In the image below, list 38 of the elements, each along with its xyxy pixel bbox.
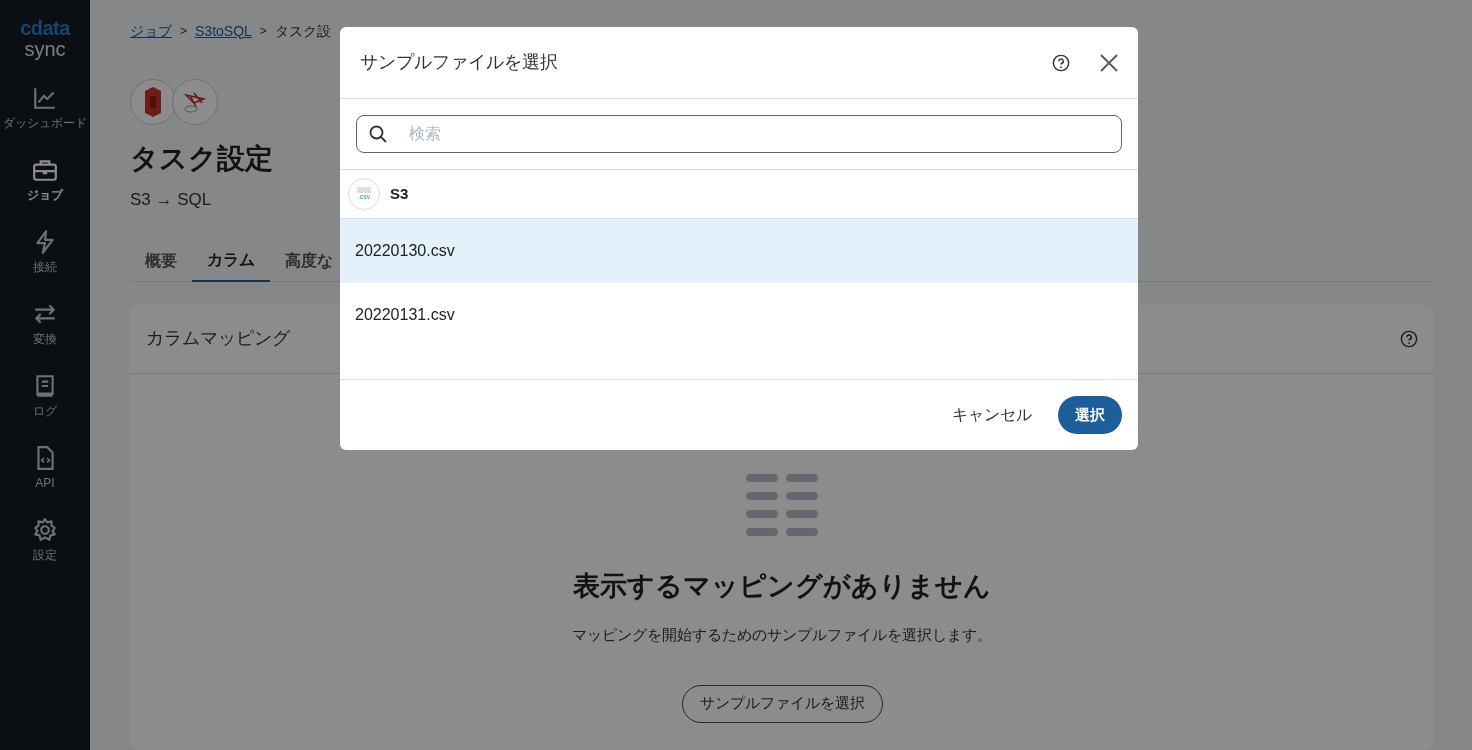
- close-icon[interactable]: [1100, 53, 1118, 72]
- select-sample-button[interactable]: サンプルファイルを選択: [681, 684, 883, 723]
- card-title: カラムマッピング: [146, 327, 290, 350]
- sidebar-item[interactable]: ログ: [0, 370, 90, 442]
- sidebar-item[interactable]: ダッシュボード: [0, 82, 90, 154]
- briefcase-icon: [32, 157, 58, 183]
- breadcrumb-link[interactable]: S3toSQL: [195, 20, 252, 42]
- database-logo-icon: [172, 79, 218, 125]
- help-icon[interactable]: [1400, 329, 1418, 348]
- select-button[interactable]: 選択: [1058, 396, 1122, 434]
- breadcrumb-separator: >: [180, 23, 187, 40]
- empty-description: マッピングを開始するためのサンプルファイルを選択します。: [572, 625, 992, 645]
- breadcrumb-current: タスク設: [274, 21, 331, 41]
- file-row[interactable]: 20220130.csv: [340, 219, 1138, 283]
- search-icon: [369, 125, 387, 143]
- page-title: タスク設定: [130, 142, 273, 176]
- dialog-title: サンプルファイルを選択: [360, 51, 559, 74]
- source-group-label: S3: [390, 183, 409, 204]
- sidebar-item[interactable]: ジョブ: [0, 154, 90, 226]
- empty-list-icon: [746, 473, 818, 538]
- cancel-button[interactable]: キャンセル: [950, 403, 1034, 427]
- bucket-logo-icon: [130, 79, 176, 125]
- empty-title: 表示するマッピングがありません: [573, 569, 991, 603]
- breadcrumb-separator: >: [259, 23, 267, 40]
- breadcrumb-link[interactable]: ジョブ: [130, 20, 172, 42]
- product-name: sync: [24, 38, 66, 60]
- page-subtitle: S3 → SQL: [130, 189, 212, 211]
- search-field[interactable]: 検索: [356, 115, 1122, 153]
- sidebar-item[interactable]: 設定: [0, 514, 90, 586]
- sidebar-item[interactable]: 変換: [0, 298, 90, 370]
- sidebar-item[interactable]: 接続: [0, 226, 90, 298]
- tab[interactable]: 概要: [130, 239, 192, 282]
- sidebar-item[interactable]: API: [0, 442, 90, 514]
- brand-logo: cdata: [20, 18, 70, 38]
- tab[interactable]: カラム: [192, 239, 270, 282]
- chart-icon: [32, 85, 58, 111]
- gear-icon: [32, 517, 58, 543]
- help-icon[interactable]: [1052, 53, 1070, 72]
